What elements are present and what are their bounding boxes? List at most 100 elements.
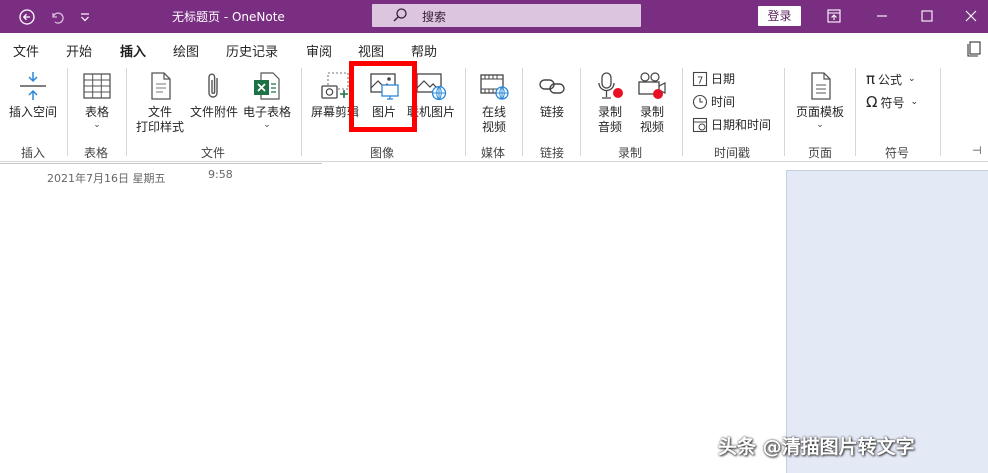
file-printout-button[interactable]: 文件 打印样式 [133, 70, 187, 135]
page-time: 9:58 [208, 168, 233, 181]
ribbon-separator [67, 68, 68, 156]
page-templates-label: 页面模板 [795, 105, 844, 119]
record-video-button[interactable]: 录制 视频 [632, 70, 672, 135]
date-and-time-label: 日期和时间 [711, 118, 772, 132]
group-label-recording: 录制 [618, 146, 643, 160]
record-video-label-2: 视频 [639, 120, 664, 134]
chevron-down-icon: ⌄ [93, 120, 101, 130]
calendar-icon: 7 [692, 71, 708, 86]
group-label-files: 文件 [201, 146, 226, 160]
document-title: 无标题页 - OneNote [172, 10, 285, 24]
video-camera-icon [638, 72, 666, 99]
microphone-icon [598, 72, 623, 99]
pictures-highlight-box [349, 61, 417, 132]
screen-clipping-icon [321, 72, 349, 99]
date-time-icon [692, 117, 708, 132]
time-button[interactable]: 时间 [692, 93, 735, 110]
login-button[interactable]: 登录 [758, 6, 801, 26]
group-label-timestamp: 时间戳 [714, 146, 751, 160]
watermark-text: 头条 @清描图片转文字 [718, 436, 915, 458]
search-icon [393, 8, 407, 22]
pi-icon: π [866, 70, 876, 88]
file-attachment-label: 文件附件 [189, 105, 238, 119]
page-title-underline [0, 163, 322, 164]
symbol-button[interactable]: Ω 符号 ⌄ [866, 93, 918, 111]
tab-view[interactable]: 视图 [358, 41, 384, 60]
group-label-media: 媒体 [481, 146, 506, 160]
record-audio-button[interactable]: 录制 音频 [590, 70, 630, 135]
table-label: 表格 [84, 105, 109, 119]
page-date: 2021年7月16日 星期五 [47, 172, 166, 185]
date-and-time-button[interactable]: 日期和时间 [692, 116, 771, 133]
tab-review[interactable]: 审阅 [306, 41, 332, 60]
equation-button[interactable]: π 公式 ⌄ [866, 70, 916, 88]
chevron-down-icon: ⌄ [908, 74, 916, 84]
date-button[interactable]: 7 日期 [692, 70, 735, 87]
file-printout-label-2: 打印样式 [135, 120, 184, 134]
clock-icon [692, 94, 708, 109]
page-list-panel[interactable] [786, 170, 988, 473]
tab-help[interactable]: 帮助 [411, 41, 437, 60]
ribbon-separator [855, 68, 856, 156]
link-button[interactable]: 链接 [532, 70, 572, 120]
page-templates-button[interactable]: 页面模板 ⌄ [793, 70, 847, 130]
link-icon [539, 79, 565, 94]
file-printout-label-1: 文件 [147, 105, 172, 119]
record-audio-label-1: 录制 [597, 105, 622, 119]
close-icon[interactable] [957, 4, 985, 28]
ribbon-separator [522, 68, 523, 156]
excel-icon [254, 72, 280, 100]
paperclip-icon [208, 73, 218, 98]
ribbon-separator [940, 68, 941, 156]
group-label-pages: 页面 [808, 146, 833, 160]
file-attachment-button[interactable]: 文件附件 [188, 70, 240, 120]
maximize-icon[interactable] [913, 4, 941, 28]
ribbon-display-icon[interactable] [820, 4, 848, 28]
online-video-label-2: 视频 [481, 120, 506, 134]
tab-draw[interactable]: 绘图 [173, 41, 199, 60]
svg-text:7: 7 [697, 75, 703, 86]
spreadsheet-label: 电子表格 [242, 105, 291, 119]
table-button[interactable]: 表格 ⌄ [78, 70, 116, 130]
chevron-down-icon: ⌄ [816, 120, 824, 130]
search-placeholder: 搜索 [422, 10, 447, 24]
link-label: 链接 [539, 105, 564, 119]
chevron-down-icon: ⌄ [910, 97, 919, 107]
ribbon-separator [126, 68, 127, 156]
ribbon-separator [784, 68, 785, 156]
online-pictures-icon [416, 73, 447, 101]
insert-space-button[interactable]: 插入空间 [7, 70, 59, 120]
tab-history[interactable]: 历史记录 [226, 41, 278, 60]
time-label: 时间 [711, 95, 736, 109]
online-video-button[interactable]: 在线 视频 [474, 70, 514, 135]
tab-home[interactable]: 开始 [66, 41, 92, 60]
group-label-links: 链接 [540, 146, 565, 160]
chevron-down-icon: ⌄ [263, 120, 271, 130]
group-label-insert: 插入 [21, 146, 46, 160]
file-printout-icon [151, 72, 171, 100]
search-input[interactable]: 搜索 [372, 4, 641, 27]
minimize-icon[interactable] [868, 4, 896, 28]
insert-space-label: 插入空间 [8, 105, 57, 119]
online-video-icon [480, 74, 509, 100]
equation-label: 公式 [878, 72, 903, 87]
omega-icon: Ω [866, 93, 878, 111]
notebooks-icon[interactable] [966, 41, 982, 57]
tab-file[interactable]: 文件 [13, 41, 39, 60]
page-template-icon [811, 72, 831, 100]
group-label-tables: 表格 [84, 146, 109, 160]
online-video-label-1: 在线 [481, 105, 506, 119]
back-icon[interactable] [16, 6, 38, 28]
insert-space-icon [20, 72, 46, 100]
page-canvas[interactable]: 2021年7月16日 星期五 9:58 [0, 163, 988, 473]
group-label-symbols: 符号 [885, 146, 910, 160]
customize-icon[interactable] [74, 6, 96, 28]
spreadsheet-button[interactable]: 电子表格 ⌄ [241, 70, 293, 130]
date-label: 日期 [711, 72, 736, 86]
tab-insert[interactable]: 插入 [120, 41, 147, 65]
symbol-label: 符号 [880, 95, 905, 110]
record-audio-label-2: 音频 [597, 120, 622, 134]
undo-icon[interactable] [46, 6, 68, 28]
ribbon: 插入空间 插入 表格 ⌄ 表格 文件 打印样式 文件附件 电子表格 ⌄ 文件 屏… [0, 62, 988, 162]
collapse-ribbon-icon[interactable]: ⊣ [972, 144, 982, 157]
